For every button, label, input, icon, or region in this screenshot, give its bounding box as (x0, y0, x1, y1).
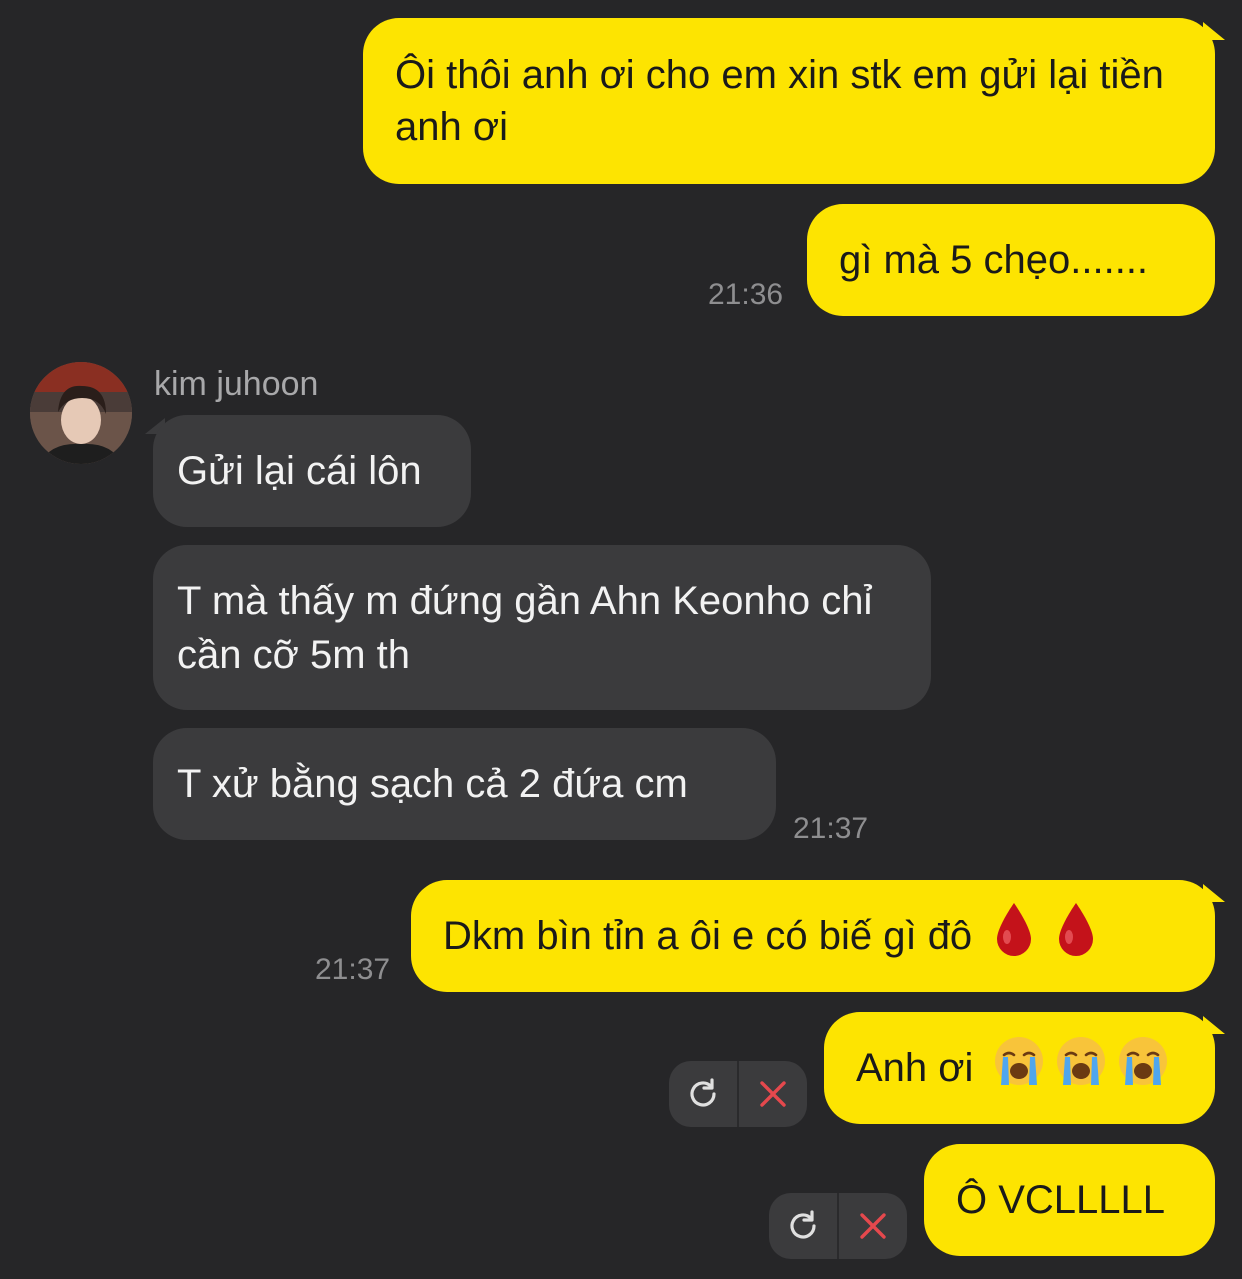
drop-of-blood-icon (1056, 901, 1096, 971)
incoming-message[interactable]: T xử bằng sạch cả 2 đứa cm (153, 728, 776, 840)
message-text: Dkm bìn tỉn a ôi e có biế gì đô (443, 914, 973, 958)
bubble-tail (1203, 884, 1225, 902)
sender-avatar[interactable] (30, 362, 132, 464)
failed-message-actions (669, 1061, 807, 1127)
chat-thread: Ôi thôi anh ơi cho em xin stk em gửi lại… (0, 0, 1242, 1279)
incoming-message[interactable]: T mà thấy m đứng gần Ahn Keonho chỉ cần … (153, 545, 931, 710)
message-text: Gửi lại cái lôn (177, 449, 422, 493)
loudly-crying-face-icon (993, 1035, 1045, 1101)
outgoing-message[interactable]: gì mà 5 chẹo....... (807, 204, 1215, 316)
delete-button[interactable] (839, 1193, 907, 1259)
message-timestamp: 21:37 (793, 812, 869, 845)
drop-of-blood-icon (994, 901, 1034, 971)
bubble-tail (1203, 1016, 1225, 1034)
outgoing-message[interactable]: Ô VCLLLLL (924, 1144, 1215, 1256)
message-text: Ô VCLLLLL (956, 1178, 1166, 1222)
sender-name: kim juhoon (154, 365, 319, 403)
message-text: gì mà 5 chẹo....... (839, 238, 1149, 282)
message-text: Ôi thôi anh ơi cho em xin stk em gửi lại… (395, 53, 1164, 149)
message-timestamp: 21:36 (708, 278, 784, 311)
resend-button[interactable] (769, 1193, 837, 1259)
close-icon (760, 1081, 786, 1107)
message-timestamp: 21:37 (315, 953, 391, 986)
avatar-photo (30, 362, 132, 464)
bubble-tail (1203, 22, 1225, 40)
refresh-icon (690, 1078, 716, 1107)
loudly-crying-face-icon (1117, 1035, 1169, 1101)
close-icon (860, 1213, 886, 1239)
outgoing-message[interactable]: Anh ơi (824, 1012, 1215, 1124)
incoming-message[interactable]: Gửi lại cái lôn (153, 415, 471, 527)
message-text: T xử bằng sạch cả 2 đứa cm (177, 762, 688, 806)
message-text: T mà thấy m đứng gần Ahn Keonho chỉ cần … (177, 578, 873, 677)
loudly-crying-face-icon (1055, 1035, 1107, 1101)
outgoing-message[interactable]: Dkm bìn tỉn a ôi e có biế gì đô (411, 880, 1215, 992)
outgoing-message[interactable]: Ôi thôi anh ơi cho em xin stk em gửi lại… (363, 18, 1215, 184)
resend-button[interactable] (669, 1061, 737, 1127)
refresh-icon (790, 1210, 816, 1239)
message-text: Anh ơi (856, 1046, 974, 1090)
failed-message-actions (769, 1193, 907, 1259)
delete-button[interactable] (739, 1061, 807, 1127)
